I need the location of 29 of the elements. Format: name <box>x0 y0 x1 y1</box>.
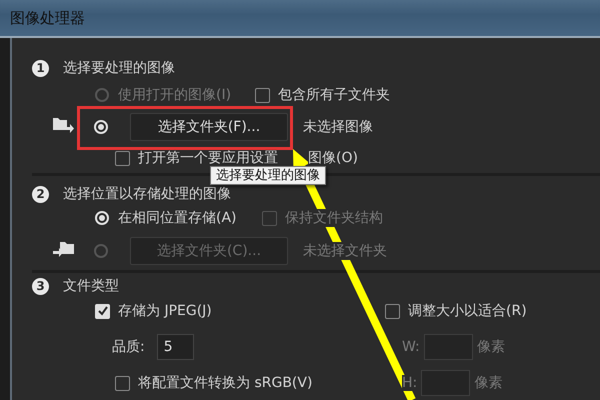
option-label: 使用打开的图像(I) <box>118 86 232 104</box>
section-title: 选择位置以存储处理的图像 <box>63 185 231 203</box>
option-label: 图像(O) <box>308 149 358 167</box>
option-label: 将配置文件转换为 sRGB(V) <box>138 374 312 392</box>
option-label: 包含所有子文件夹 <box>278 86 390 104</box>
quality-field[interactable]: 5 <box>156 334 194 360</box>
checkbox[interactable] <box>385 304 400 318</box>
checkbox[interactable] <box>255 88 270 102</box>
step-number: 2 <box>32 186 49 202</box>
option-label: 保持文件夹结构 <box>285 209 383 227</box>
unit-label: 像素 <box>474 374 502 392</box>
unit-label: 像素 <box>476 338 505 356</box>
option-label: 在相同位置存储(A) <box>118 209 237 227</box>
window-title: 图像处理器 <box>10 8 85 28</box>
tooltip: 选择要处理的图像 <box>210 166 326 185</box>
section-title: 选择要处理的图像 <box>63 59 175 77</box>
option-label: 存储为 JPEG(J) <box>118 302 212 320</box>
option-label: 打开第一个要应用设置 <box>138 149 278 167</box>
field-label: 品质: <box>112 338 145 356</box>
option-label: 调整大小以适合(R) <box>408 302 527 320</box>
field-label: H: <box>402 375 418 391</box>
step-number: 3 <box>32 278 49 294</box>
section-title: 文件类型 <box>63 277 119 295</box>
step-number: 1 <box>32 60 49 76</box>
checkbox[interactable] <box>115 150 130 166</box>
select-folder-button[interactable]: 选择文件夹(F)... <box>130 113 288 141</box>
checkbox[interactable] <box>115 376 130 390</box>
status-text: 未选择图像 <box>303 118 373 136</box>
status-text: 未选择文件夹 <box>303 242 387 260</box>
